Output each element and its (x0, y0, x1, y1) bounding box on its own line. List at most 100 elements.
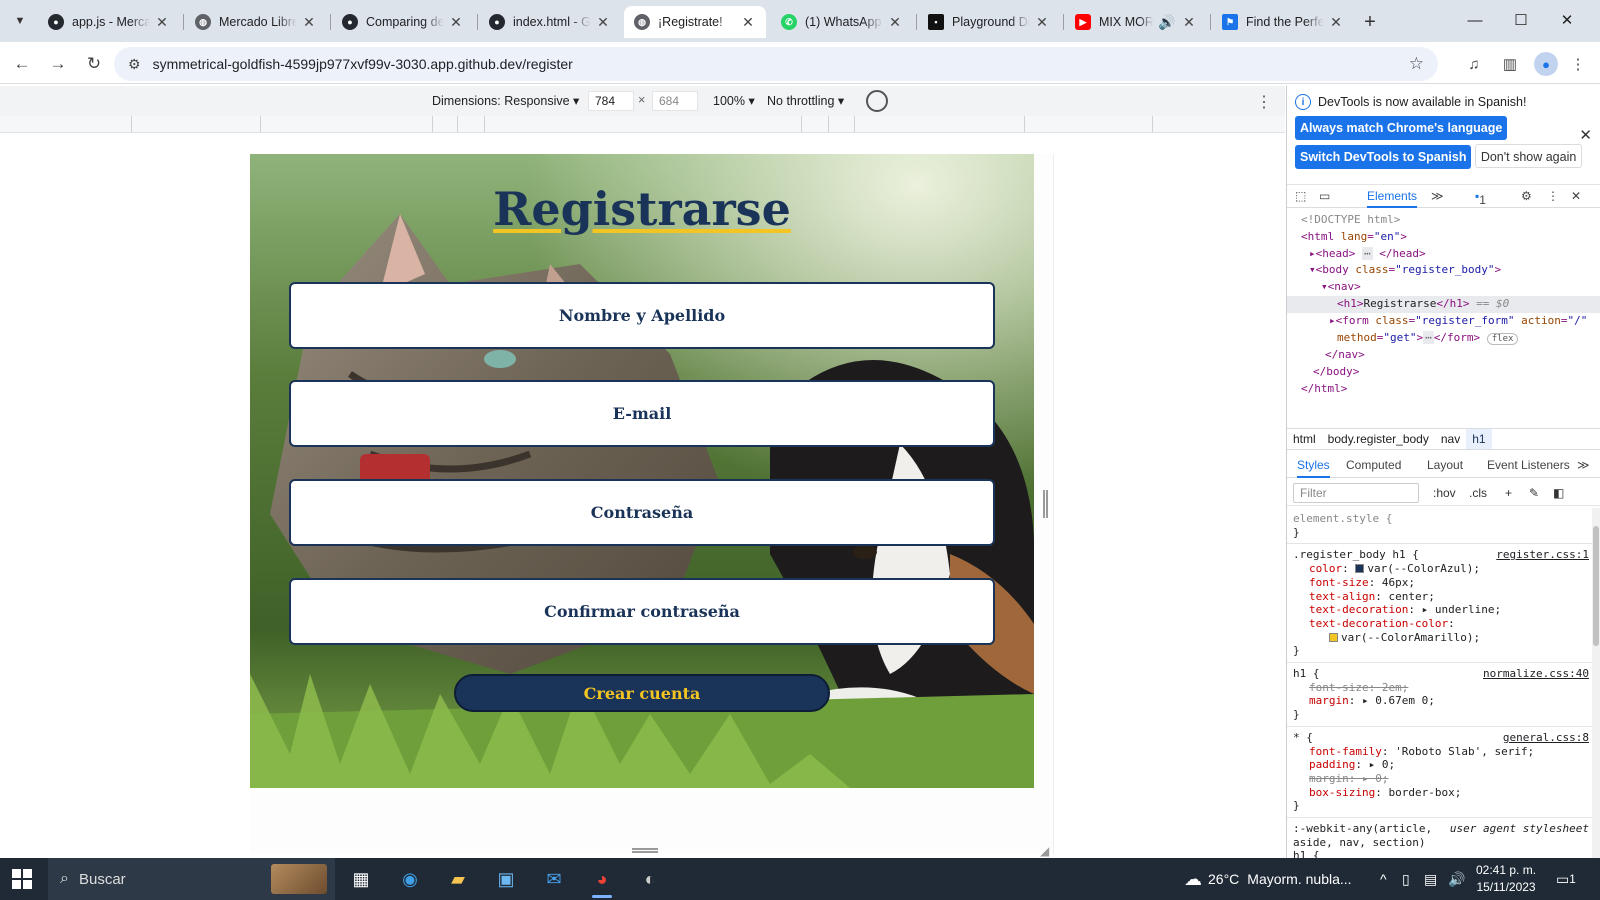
full-name-field[interactable]: Nombre y Apellido (289, 282, 995, 349)
style-prop[interactable]: padding: ▸ 0; (1293, 758, 1587, 772)
more-tabs-chevron-icon[interactable]: ≫ (1431, 189, 1444, 203)
subtab-styles[interactable]: Styles (1297, 458, 1330, 478)
tray-chevron-icon[interactable]: ^ (1380, 858, 1387, 900)
close-icon[interactable]: ✕ (595, 14, 611, 31)
media-query-ruler[interactable] (0, 116, 1285, 133)
subtab-computed[interactable]: Computed (1346, 458, 1401, 472)
close-icon[interactable]: ✕ (1328, 14, 1344, 31)
viewport-width-input[interactable]: 784 (588, 91, 634, 111)
switch-to-spanish-button[interactable]: Switch DevTools to Spanish (1295, 145, 1472, 169)
style-prop-overridden[interactable]: margin: ▸ 0; (1293, 772, 1587, 786)
tab-find-perfect[interactable]: ⚑ Find the Perfe ✕ (1212, 6, 1354, 38)
app-icon[interactable]: ◐ (633, 862, 667, 896)
new-tab-plus-icon[interactable]: + (1356, 8, 1384, 36)
settings-gear-icon[interactable]: ⚙ (1521, 189, 1532, 203)
close-window-icon[interactable]: ✕ (1544, 0, 1590, 40)
rotate-icon[interactable] (866, 90, 888, 112)
media-control-icon[interactable]: ♫ (1462, 52, 1486, 76)
style-prop-overridden[interactable]: font-size: 2em; (1293, 681, 1587, 695)
dom-node-form-cont[interactable]: method="get"> ⋯ </form> flex (1287, 330, 1600, 348)
site-settings-icon[interactable]: ⚙ (128, 56, 141, 73)
close-devtools-icon[interactable]: ✕ (1571, 189, 1581, 203)
class-toggle[interactable]: .cls (1469, 486, 1487, 500)
color-swatch[interactable] (1329, 632, 1338, 642)
resize-handle-right[interactable] (1043, 490, 1048, 518)
close-icon[interactable]: ✕ (448, 14, 464, 31)
taskbar-search[interactable]: ⌕ Buscar (48, 858, 335, 900)
crumb-nav[interactable]: nav (1435, 429, 1466, 449)
tab-index-html[interactable]: ● index.html - G ✕ (479, 6, 621, 38)
viewport-height-input[interactable]: 684 (652, 91, 698, 111)
close-infobar-icon[interactable]: ✕ (1579, 126, 1592, 144)
back-arrow-icon[interactable]: ← (8, 50, 36, 78)
password-field[interactable]: Contraseña (289, 479, 995, 546)
dont-show-again-button[interactable]: Don't show again (1474, 144, 1583, 168)
style-prop[interactable]: text-decoration: ▸ underline; (1293, 603, 1587, 617)
tab-whatsapp[interactable]: ✆ (1) WhatsApp ✕ (771, 6, 913, 38)
volume-icon[interactable]: 🔊 (1448, 858, 1465, 900)
crumb-html[interactable]: html (1287, 429, 1322, 449)
resize-handle-bottom[interactable] (632, 848, 658, 853)
dom-node-body[interactable]: ▾<body class="register_body"> (1287, 262, 1600, 279)
zoom-dropdown[interactable]: 100% ▾ (713, 93, 755, 108)
style-prop[interactable]: box-sizing: border-box; (1293, 786, 1587, 800)
resize-corner-icon[interactable]: ◢ (1040, 844, 1049, 858)
close-icon[interactable]: ✕ (154, 14, 170, 31)
close-icon[interactable]: ✕ (1181, 14, 1197, 31)
tab-registrate[interactable]: ◍ ¡Registrate! ✕ (624, 6, 766, 38)
issues-badge[interactable]: ▪ 1 (1475, 189, 1486, 207)
style-prop[interactable]: color: var(--ColorAzul); (1293, 562, 1587, 576)
email-field[interactable]: E-mail (289, 380, 995, 447)
flex-badge[interactable]: flex (1486, 332, 1519, 345)
style-prop[interactable]: font-family: 'Roboto Slab', serif; (1293, 745, 1587, 759)
edge-icon[interactable]: ◉ (393, 862, 427, 896)
style-prop-value-cont[interactable]: var(--ColorAmarillo); (1293, 631, 1587, 645)
device-more-icon[interactable]: ⋮ (1256, 92, 1272, 112)
close-icon[interactable]: ✕ (887, 14, 903, 31)
chrome-icon[interactable]: ◕ (585, 862, 619, 898)
dom-node-nav-close[interactable]: </nav> (1287, 347, 1600, 364)
rule-h1[interactable]: normalize.css:40 h1 { font-size: 2em; ma… (1287, 663, 1593, 727)
styles-scrollbar[interactable] (1592, 508, 1600, 858)
toggle-sidebar-icon[interactable]: ◧ (1553, 486, 1564, 500)
rule-user-agent[interactable]: user agent stylesheet :-webkit-any(artic… (1287, 818, 1593, 858)
minimize-icon[interactable]: — (1452, 0, 1498, 40)
dom-doctype[interactable]: <!DOCTYPE html> (1287, 212, 1600, 229)
task-view-icon[interactable]: ▦ (344, 862, 378, 896)
dom-node-h1-selected[interactable]: <h1>Registrarse</h1> == $0 (1287, 295, 1600, 313)
bookmark-star-icon[interactable]: ☆ (1409, 54, 1424, 74)
throttling-dropdown[interactable]: No throttling ▾ (767, 93, 844, 108)
tab-mercado-libre[interactable]: ◍ Mercado Libre ✕ (185, 6, 327, 38)
rule-source-link[interactable]: register.css:1 (1496, 548, 1589, 562)
url-text[interactable]: symmetrical-goldfish-4599jp977xvf99v-303… (153, 56, 573, 72)
dom-node-body-close[interactable]: </body> (1287, 364, 1600, 381)
file-explorer-icon[interactable]: ▰ (441, 862, 475, 896)
tab-app-js[interactable]: ● app.js - Mercado ✕ (38, 6, 180, 38)
style-prop[interactable]: margin: ▸ 0.67em 0; (1293, 694, 1587, 708)
mail-icon[interactable]: ✉ (537, 862, 571, 896)
rule-source-link[interactable]: general.css:8 (1503, 731, 1589, 745)
style-prop[interactable]: font-size: 46px; (1293, 576, 1587, 590)
scrollbar-thumb[interactable] (1593, 526, 1599, 646)
style-prop[interactable]: text-decoration-color: (1293, 617, 1587, 631)
close-icon[interactable]: ✕ (740, 14, 756, 31)
close-icon[interactable]: ✕ (301, 14, 317, 31)
tray-device-icon[interactable]: ▯ (1402, 858, 1410, 900)
tab-mix-mora[interactable]: ▶ MIX MORA 🔊 ✕ (1065, 6, 1207, 38)
always-match-language-button[interactable]: Always match Chrome's language (1295, 116, 1508, 140)
reload-icon[interactable]: ↻ (80, 50, 108, 78)
notifications-icon[interactable]: ▭ 1 (1556, 858, 1576, 900)
dom-node-html[interactable]: <html lang="en"> (1287, 229, 1600, 246)
new-rule-plus-icon[interactable]: + (1505, 486, 1512, 500)
address-bar[interactable]: ⚙ symmetrical-goldfish-4599jp977xvf99v-3… (114, 47, 1438, 81)
forward-arrow-icon[interactable]: → (44, 50, 72, 78)
dom-node-html-close[interactable]: </html> (1287, 381, 1600, 398)
styles-filter-input[interactable]: Filter (1293, 483, 1419, 503)
rule-register-body-h1[interactable]: register.css:1 .register_body h1 { color… (1287, 544, 1593, 664)
color-swatch[interactable] (1355, 564, 1365, 574)
maximize-icon[interactable]: ☐ (1498, 0, 1544, 40)
inspect-element-icon[interactable]: ⬚ (1295, 189, 1306, 203)
more-subtabs-chevron-icon[interactable]: ≫ (1577, 458, 1590, 472)
tab-comparing[interactable]: ● Comparing de ✕ (332, 6, 474, 38)
dom-node-form[interactable]: ▸<form class="register_form" action="/" (1287, 313, 1600, 330)
